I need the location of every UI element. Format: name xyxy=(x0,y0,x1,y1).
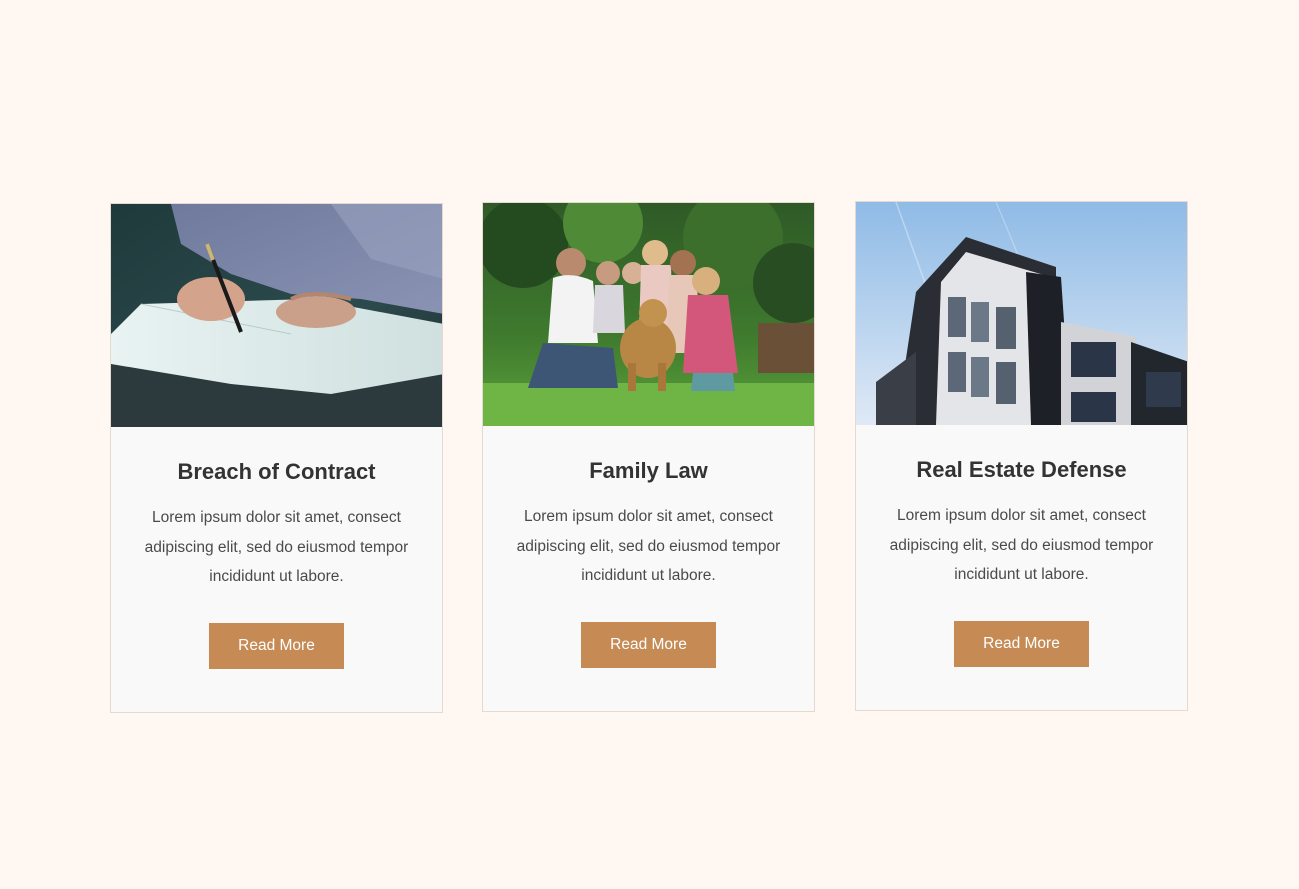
card-description: Lorem ipsum dolor sit amet, consect adip… xyxy=(516,508,781,584)
service-card-breach-of-contract: Breach of Contract Lorem ipsum dolor sit… xyxy=(110,203,443,713)
service-card-real-estate-defense: Real Estate Defense Lorem ipsum dolor si… xyxy=(855,201,1188,711)
modern-building-image xyxy=(856,202,1187,425)
service-card-family-law: Family Law Lorem ipsum dolor sit amet, c… xyxy=(482,202,815,712)
family-with-dog-image xyxy=(483,203,814,426)
read-more-button[interactable]: Read More xyxy=(581,621,716,668)
read-more-button[interactable]: Read More xyxy=(954,620,1089,667)
contract-signing-image xyxy=(111,204,442,427)
card-description: Lorem ipsum dolor sit amet, consect adip… xyxy=(144,509,409,585)
card-title: Real Estate Defense xyxy=(916,457,1127,482)
card-title: Family Law xyxy=(589,458,708,483)
read-more-button[interactable]: Read More xyxy=(209,622,344,669)
card-title: Breach of Contract xyxy=(177,459,376,484)
service-cards-section: Breach of Contract Lorem ipsum dolor sit… xyxy=(0,0,1299,889)
card-description: Lorem ipsum dolor sit amet, consect adip… xyxy=(889,507,1154,583)
